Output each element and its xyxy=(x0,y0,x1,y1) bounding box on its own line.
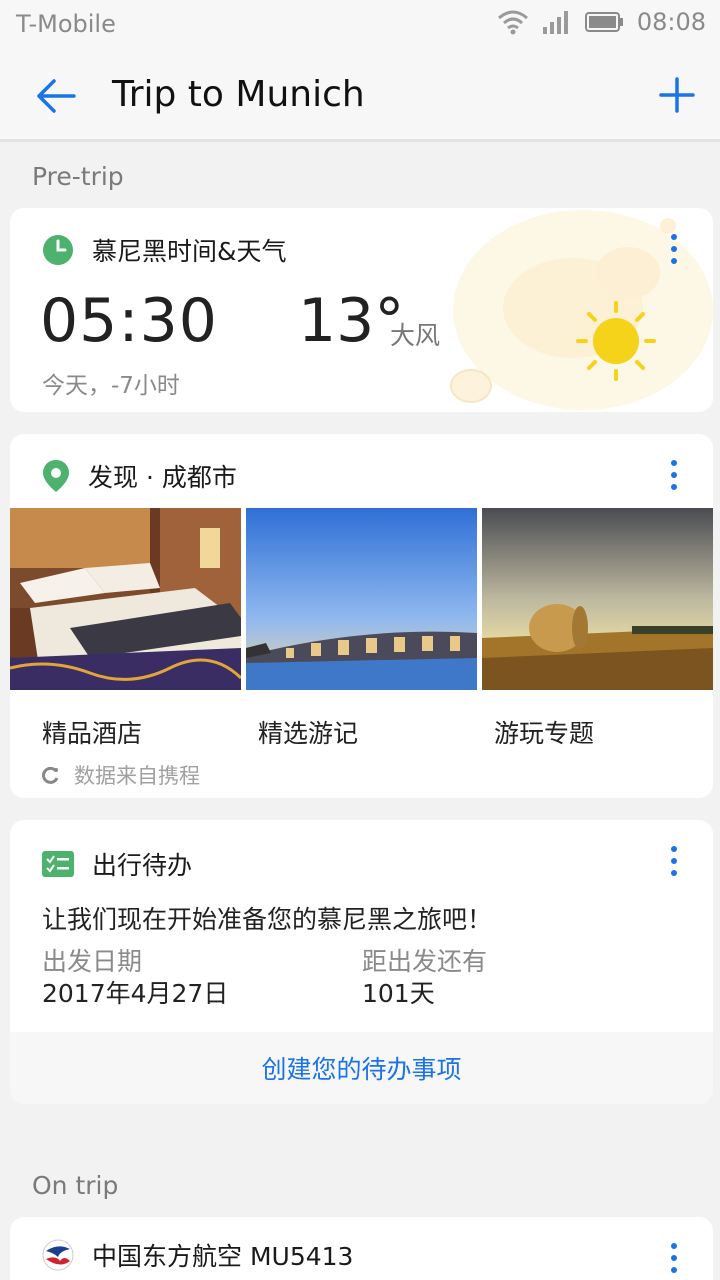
countdown-value: 101天 xyxy=(362,979,435,1008)
location-pin-icon xyxy=(43,460,69,492)
page-title: Trip to Munich xyxy=(112,74,365,115)
temperature: 13° xyxy=(298,286,405,356)
countdown-label: 距出发还有 xyxy=(362,947,488,976)
add-icon[interactable] xyxy=(658,76,696,114)
discover-item-hotel-label[interactable]: 精品酒店 xyxy=(42,714,142,750)
flight-card[interactable]: 中国东方航空 MU5413 xyxy=(10,1217,713,1280)
wifi-icon xyxy=(497,10,528,35)
clock-icon xyxy=(43,235,73,265)
checklist-icon xyxy=(42,851,74,877)
discover-item-notes-label[interactable]: 精选游记 xyxy=(258,714,358,750)
local-time: 05:30 xyxy=(40,286,218,356)
discover-more-menu-icon[interactable] xyxy=(669,460,679,490)
data-source: 数据来自携程 xyxy=(42,760,200,790)
carrier-label: T-Mobile xyxy=(16,10,116,38)
clock: 08:08 xyxy=(636,8,706,36)
todo-card-header: 出行待办 xyxy=(42,846,192,882)
back-arrow-icon[interactable] xyxy=(34,76,78,116)
depart-date-value: 2017年4月27日 xyxy=(42,979,229,1008)
status-bar: T-Mobile 08:08 xyxy=(0,0,720,50)
ctrip-logo-icon xyxy=(42,766,59,784)
discover-card-header: 发现 · 成都市 xyxy=(42,458,237,494)
weather-condition: 大风 xyxy=(390,321,441,350)
weather-more-menu-icon[interactable] xyxy=(669,234,679,264)
section-label-pre-trip: Pre-trip xyxy=(32,162,124,191)
themed-tour-photo[interactable] xyxy=(482,508,713,690)
discover-item-topics-label[interactable]: 游玩专题 xyxy=(494,714,594,750)
discover-card-title: 发现 · 成都市 xyxy=(88,463,237,492)
data-source-text: 数据来自携程 xyxy=(74,764,200,788)
status-icons: 08:08 xyxy=(497,8,706,36)
china-eastern-logo-icon xyxy=(42,1239,74,1271)
todo-message: 让我们现在开始准备您的慕尼黑之旅吧！ xyxy=(42,905,493,934)
weather-card-title: 慕尼黑时间&天气 xyxy=(92,237,287,266)
depart-date-label: 出发日期 xyxy=(42,947,143,976)
todo-card: 出行待办 让我们现在开始准备您的慕尼黑之旅吧！ 出发日期 2017年4月27日 … xyxy=(10,820,713,1104)
flight-more-menu-icon[interactable] xyxy=(669,1243,679,1273)
discover-card: 发现 · 成都市 精品酒店 精选游记 游玩专题 数据来自携程 xyxy=(10,434,713,798)
time-difference: 今天，-7小时 xyxy=(42,373,180,399)
battery-icon xyxy=(584,12,623,32)
todo-card-title: 出行待办 xyxy=(92,851,193,880)
create-todo-button[interactable]: 创建您的待办事项 xyxy=(10,1032,713,1104)
weather-card-header: 慕尼黑时间&天气 xyxy=(42,232,287,268)
todo-more-menu-icon[interactable] xyxy=(669,846,679,876)
flight-title: 中国东方航空 MU5413 xyxy=(92,1242,354,1271)
discover-photos xyxy=(10,508,713,690)
signal-icon xyxy=(542,11,568,34)
section-label-on-trip: On trip xyxy=(32,1171,119,1200)
hotel-photo[interactable] xyxy=(10,508,241,690)
travel-notes-photo[interactable] xyxy=(246,508,477,690)
weather-card[interactable]: 慕尼黑时间&天气 05:30 13° 大风 今天，-7小时 xyxy=(10,208,713,412)
app-bar: Trip to Munich xyxy=(0,50,720,142)
flight-card-header: 中国东方航空 MU5413 xyxy=(42,1237,353,1273)
